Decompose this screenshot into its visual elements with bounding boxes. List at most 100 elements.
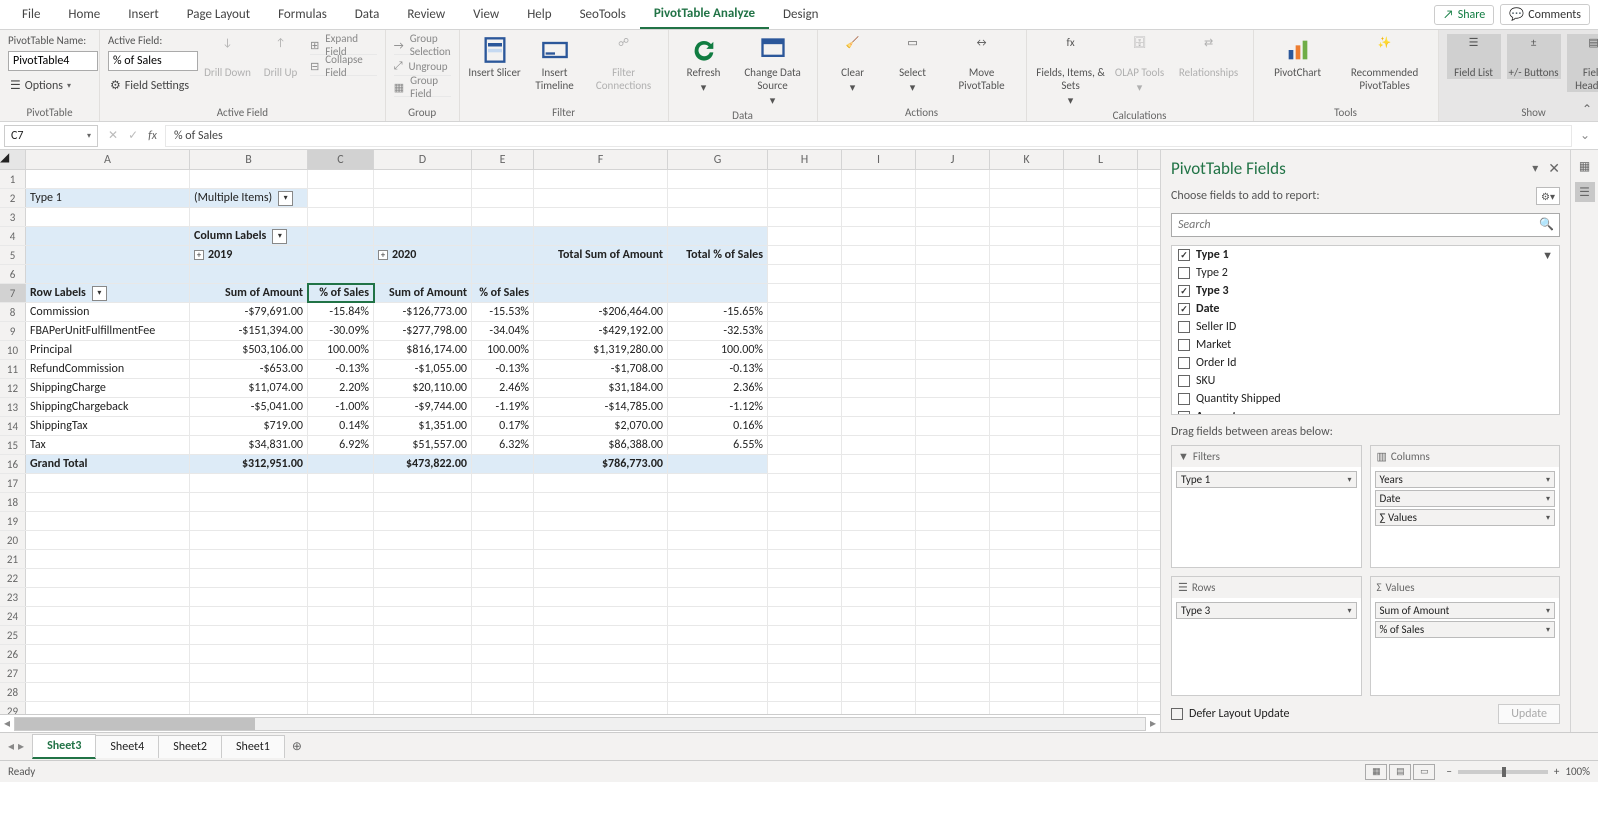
- cell[interactable]: -$1,055.00: [374, 360, 472, 378]
- cell[interactable]: [190, 664, 308, 682]
- cell[interactable]: $1,319,280.00: [534, 341, 668, 359]
- cell[interactable]: [768, 436, 842, 454]
- cell[interactable]: [190, 645, 308, 663]
- cell[interactable]: [842, 512, 916, 530]
- row-header[interactable]: 24: [0, 607, 26, 625]
- cell[interactable]: [190, 569, 308, 587]
- group-selection-button[interactable]: →Group Selection: [394, 36, 451, 55]
- cell[interactable]: [990, 303, 1064, 321]
- cell[interactable]: [308, 664, 374, 682]
- row-header[interactable]: 10: [0, 341, 26, 359]
- cell[interactable]: [190, 702, 308, 714]
- cell[interactable]: [768, 360, 842, 378]
- select-all-corner[interactable]: ◢: [0, 150, 26, 169]
- cell[interactable]: [842, 322, 916, 340]
- cell[interactable]: [534, 588, 668, 606]
- cell[interactable]: [26, 550, 190, 568]
- cell[interactable]: [668, 170, 768, 188]
- cell[interactable]: [374, 474, 472, 492]
- area-field-pill[interactable]: ∑ Values▾: [1375, 509, 1556, 526]
- row-header[interactable]: 5: [0, 246, 26, 264]
- cell[interactable]: [308, 474, 374, 492]
- field-settings-button[interactable]: ⚙Field Settings: [108, 77, 198, 94]
- checkbox-icon[interactable]: [1178, 339, 1190, 351]
- cell[interactable]: -15.53%: [472, 303, 534, 321]
- cell[interactable]: [374, 170, 472, 188]
- cell[interactable]: [768, 683, 842, 701]
- cell[interactable]: [534, 265, 668, 283]
- cell[interactable]: [842, 379, 916, 397]
- sheet-nav-prev-icon[interactable]: ▸: [18, 739, 24, 754]
- cell[interactable]: [842, 531, 916, 549]
- cell[interactable]: [990, 189, 1064, 207]
- cell[interactable]: [916, 683, 990, 701]
- expand-formula-icon[interactable]: ⌄: [1572, 128, 1598, 143]
- area-field-pill[interactable]: Date▾: [1375, 490, 1556, 507]
- cell[interactable]: [472, 265, 534, 283]
- drill-up-button[interactable]: ↑Drill Up: [257, 34, 304, 79]
- cell[interactable]: [916, 398, 990, 416]
- move-pivottable-button[interactable]: ↔Move PivotTable: [946, 34, 1018, 92]
- cell[interactable]: [768, 588, 842, 606]
- cell[interactable]: [26, 531, 190, 549]
- cell[interactable]: [990, 208, 1064, 226]
- cell[interactable]: [308, 246, 374, 264]
- area-field-pill[interactable]: % of Sales▾: [1375, 621, 1556, 638]
- cell[interactable]: $816,174.00: [374, 341, 472, 359]
- cell[interactable]: [534, 683, 668, 701]
- cell[interactable]: [768, 284, 842, 302]
- cell[interactable]: [1064, 417, 1138, 435]
- checkbox-icon[interactable]: [1178, 267, 1190, 279]
- cell[interactable]: [472, 683, 534, 701]
- cell[interactable]: [374, 702, 472, 714]
- cell[interactable]: [308, 588, 374, 606]
- cell[interactable]: [26, 227, 190, 245]
- checkbox-icon[interactable]: ✓: [1178, 411, 1190, 415]
- cell[interactable]: [916, 284, 990, 302]
- cell[interactable]: [26, 512, 190, 530]
- cell[interactable]: [190, 607, 308, 625]
- cell-format-icon[interactable]: ▦: [1575, 156, 1595, 176]
- comments-button[interactable]: 💬Comments: [1500, 4, 1590, 25]
- cell[interactable]: [990, 588, 1064, 606]
- zoom-level[interactable]: 100%: [1565, 765, 1590, 778]
- cell[interactable]: [308, 208, 374, 226]
- cell[interactable]: [916, 645, 990, 663]
- cell[interactable]: Column Labels▾: [190, 227, 308, 245]
- cell[interactable]: $86,388.00: [534, 436, 668, 454]
- tab-formulas[interactable]: Formulas: [264, 1, 341, 28]
- cell[interactable]: [308, 189, 374, 207]
- tab-data[interactable]: Data: [341, 1, 394, 28]
- row-header[interactable]: 28: [0, 683, 26, 701]
- checkbox-icon[interactable]: ✓: [1178, 249, 1190, 261]
- cell[interactable]: [916, 531, 990, 549]
- cell[interactable]: [534, 645, 668, 663]
- cell[interactable]: [374, 265, 472, 283]
- cell[interactable]: [1064, 436, 1138, 454]
- cell[interactable]: [916, 189, 990, 207]
- cell[interactable]: [308, 607, 374, 625]
- cell[interactable]: ShippingCharge: [26, 379, 190, 397]
- cell[interactable]: 0.16%: [668, 417, 768, 435]
- cell[interactable]: [374, 569, 472, 587]
- cell[interactable]: [534, 493, 668, 511]
- cell[interactable]: [534, 284, 668, 302]
- cell[interactable]: +2019: [190, 246, 308, 264]
- col-header-B[interactable]: B: [190, 150, 308, 169]
- field-item[interactable]: Quantity Shipped: [1172, 390, 1559, 408]
- defer-layout-checkbox[interactable]: Defer Layout Update: [1171, 707, 1290, 721]
- row-header[interactable]: 22: [0, 569, 26, 587]
- horizontal-scrollbar[interactable]: ◂ ▸: [0, 714, 1160, 732]
- cell[interactable]: [190, 493, 308, 511]
- cell[interactable]: [26, 702, 190, 714]
- tab-page-layout[interactable]: Page Layout: [173, 1, 264, 28]
- cell[interactable]: [1064, 645, 1138, 663]
- cell[interactable]: $312,951.00: [190, 455, 308, 473]
- cell[interactable]: $11,074.00: [190, 379, 308, 397]
- cell[interactable]: Total % of Sales: [668, 246, 768, 264]
- row-header[interactable]: 1: [0, 170, 26, 188]
- sheet-nav-first-icon[interactable]: ◂: [8, 739, 14, 754]
- cell[interactable]: [1064, 683, 1138, 701]
- cell[interactable]: (Multiple Items)▾: [190, 189, 308, 207]
- row-header[interactable]: 7: [0, 284, 26, 302]
